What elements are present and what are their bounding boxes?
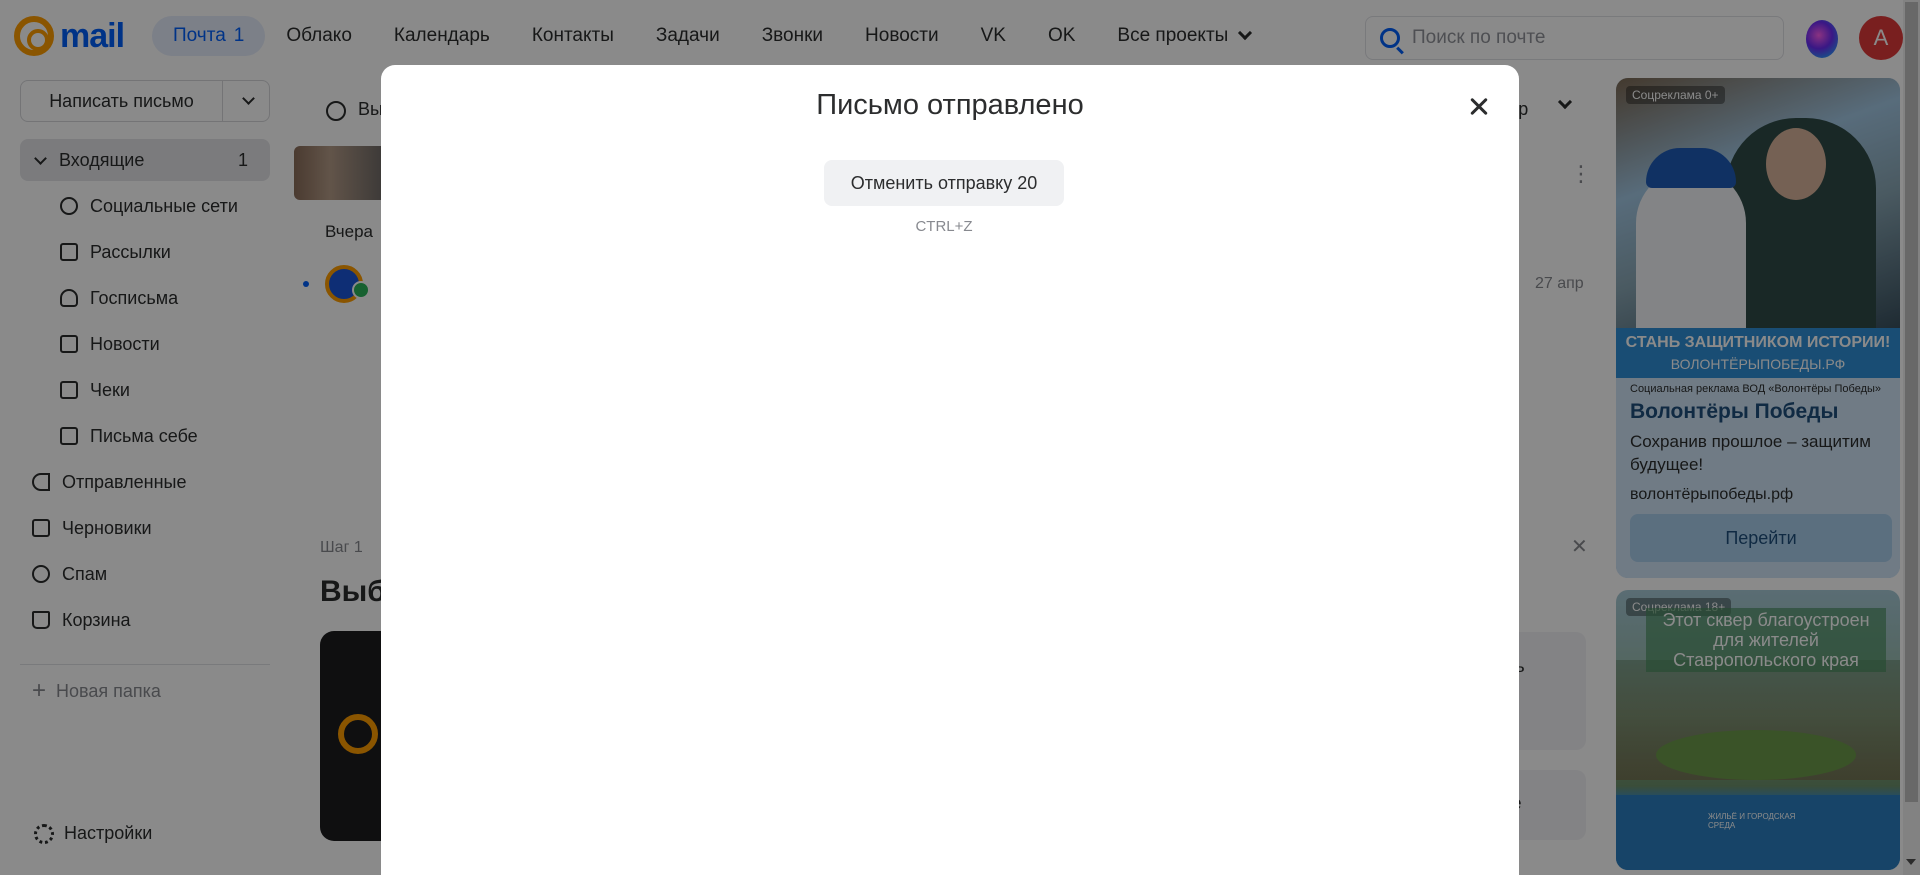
sent-dialog: Письмо отправлено Отменить отправку 20 C… [381, 65, 1519, 875]
shortcut-hint: CTRL+Z [915, 218, 973, 235]
close-button[interactable] [1464, 91, 1494, 121]
undo-send-button[interactable]: Отменить отправку 20 [824, 160, 1064, 206]
dialog-title: Письмо отправлено [816, 89, 1084, 121]
